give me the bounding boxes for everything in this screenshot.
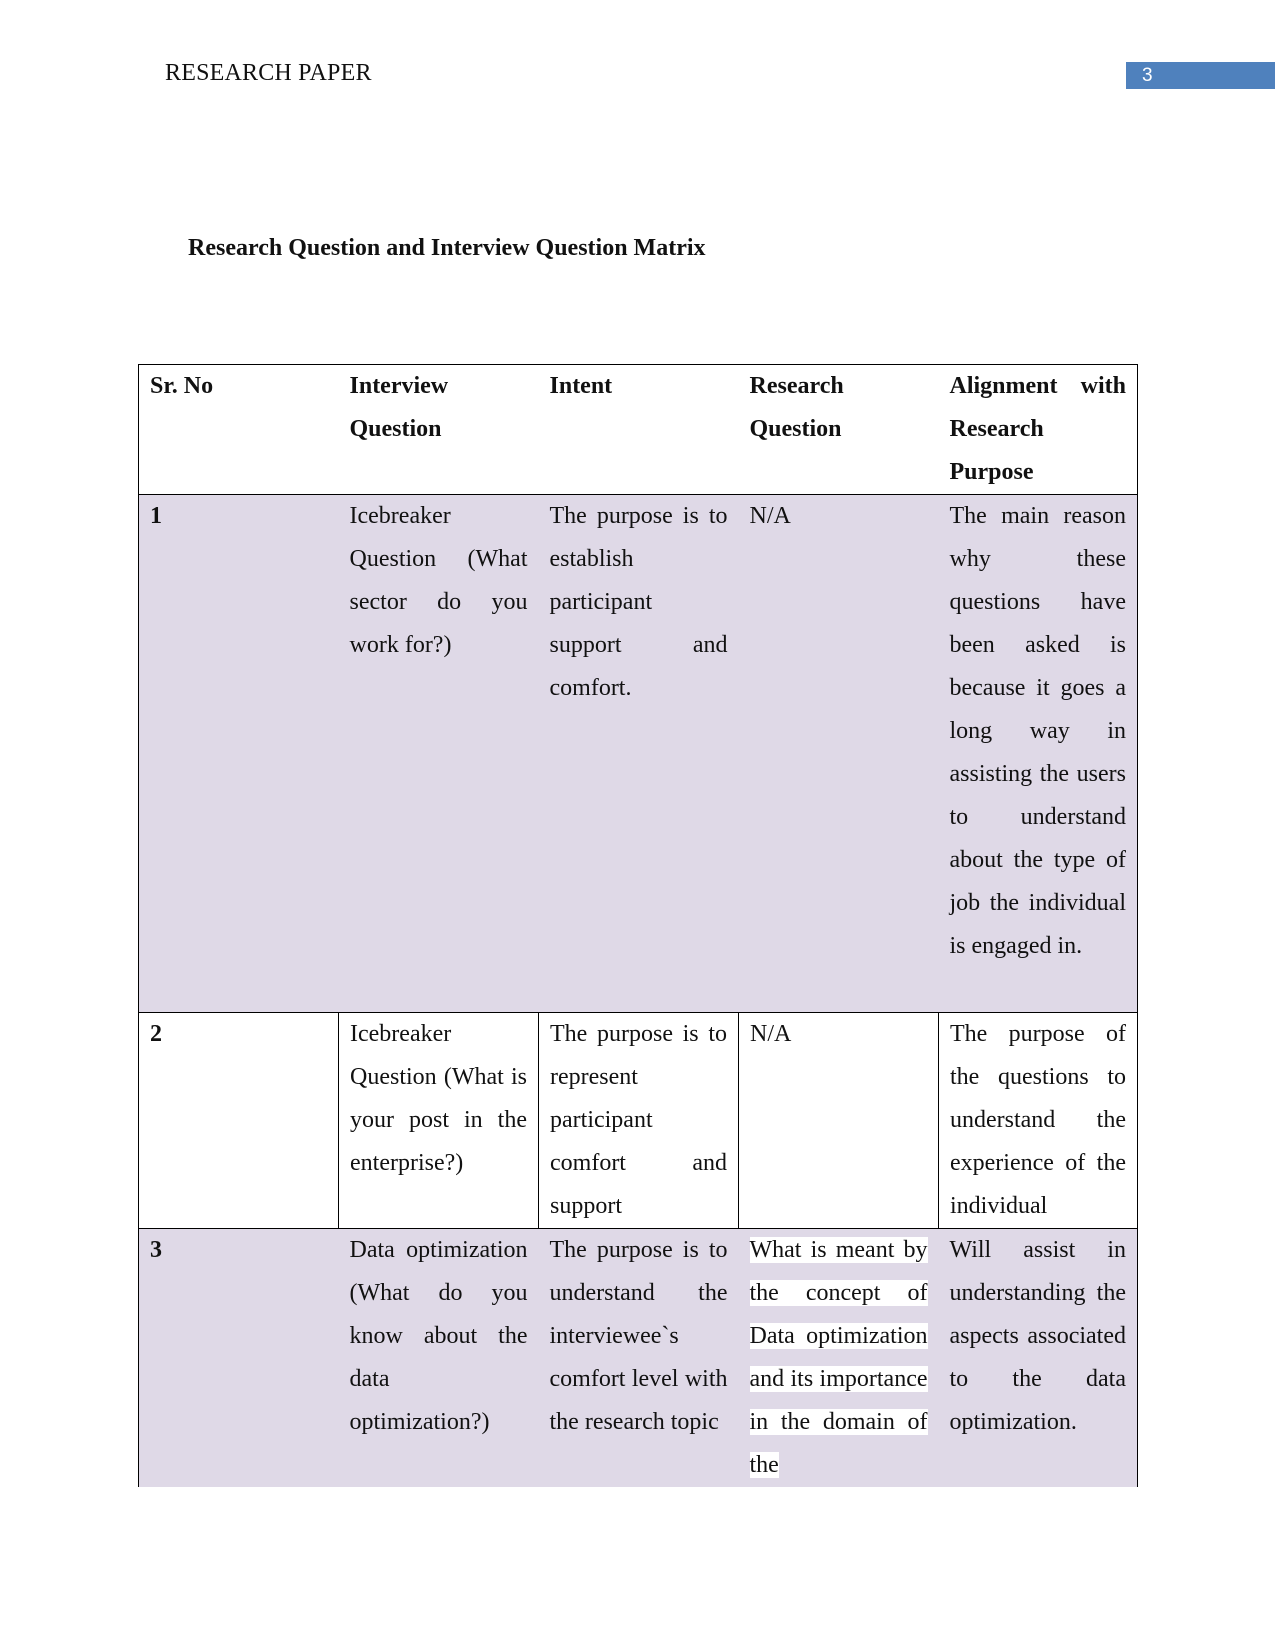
table-header-row: Sr. No Interview Question Intent Researc… [138, 364, 1138, 495]
research-question: What is meant by the concept of Data opt… [739, 1229, 939, 1488]
sr-number: 3 [150, 1237, 162, 1263]
column-header: Intent [549, 373, 613, 399]
highlighted-text: What is meant by the concept of Data opt… [749, 1237, 928, 1478]
page-number-badge: 3 [1126, 62, 1275, 89]
table-row: 2 Icebreaker Question (What is your post… [138, 1012, 1138, 1229]
question-matrix-table: Sr. No Interview Question Intent Researc… [138, 364, 1138, 1487]
interview-question: Data optimization (What do you know abou… [349, 1237, 528, 1435]
intent: The purpose is to represent participant … [538, 1012, 739, 1229]
intent: The purpose is to establish participant … [549, 503, 728, 701]
column-header: Sr. No [150, 373, 214, 399]
sr-number: 2 [138, 1012, 339, 1229]
intent: The purpose is to understand the intervi… [549, 1237, 728, 1435]
alignment: Will assist in understanding the aspects… [949, 1237, 1127, 1435]
interview-question: Icebreaker Question (What is your post i… [338, 1012, 539, 1229]
alignment: The main reason why these questions have… [949, 503, 1127, 959]
sr-number: 1 [150, 503, 162, 529]
running-head: RESEARCH PAPER [165, 60, 372, 86]
interview-question: Icebreaker Question (What sector do you … [349, 503, 528, 658]
table-row: 1 Icebreaker Question (What sector do yo… [138, 494, 1138, 1013]
research-question: N/A [749, 503, 791, 529]
column-header: Research Question [749, 373, 844, 442]
column-header: Alignment with Research Purpose [949, 373, 1127, 485]
section-title: Research Question and Interview Question… [188, 235, 706, 261]
research-question: N/A [738, 1012, 939, 1229]
table-row: 3 Data optimization (What do you know ab… [138, 1228, 1138, 1488]
alignment: The purpose of the questions to understa… [938, 1012, 1138, 1229]
column-header: Interview Question [349, 373, 449, 442]
